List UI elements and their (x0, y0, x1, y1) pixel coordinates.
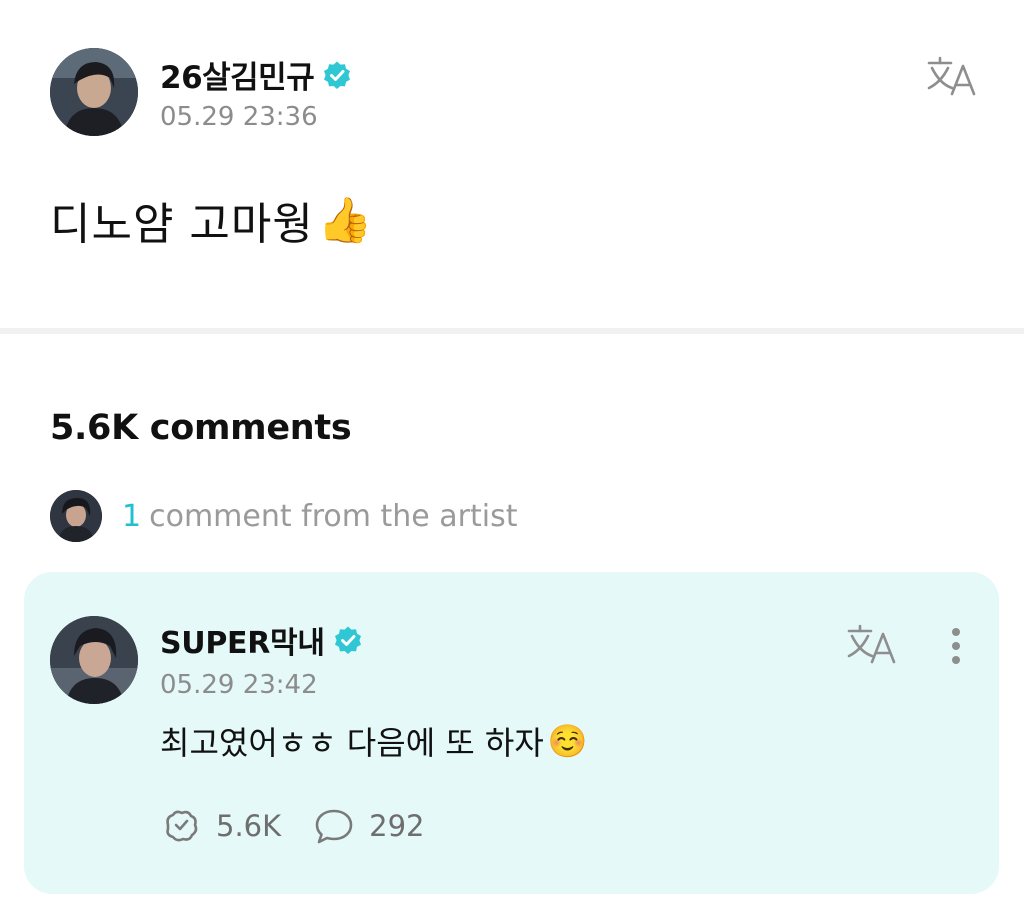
artist-comments-filter[interactable]: 1 comment from the artist (50, 490, 518, 542)
reply-button[interactable]: 292 (313, 805, 425, 847)
artist-comment-label: comment from the artist (149, 498, 518, 534)
comment-author-name[interactable]: SUPER막내 (160, 618, 325, 662)
comment-content: 최고였어ㅎㅎ 다음에 또 하자 ☺️ (160, 718, 588, 764)
comments-count: 5.6K comments (50, 408, 352, 448)
comment-text: 최고였어ㅎㅎ 다음에 또 하자 (160, 724, 544, 762)
comment-author-avatar[interactable] (50, 616, 138, 704)
post-author-name[interactable]: 26살김민규 (160, 52, 315, 97)
post-author-name-row: 26살김민규 (160, 52, 352, 97)
verified-badge-icon (333, 625, 363, 655)
thumbs-up-emoji: 👍 (317, 195, 374, 246)
section-divider (0, 328, 1024, 334)
artist-avatar (50, 490, 102, 542)
avatar-photo (50, 48, 138, 136)
comment-author-name-row: SUPER막내 (160, 618, 363, 662)
reply-count: 292 (369, 809, 425, 843)
smiling-emoji: ☺️ (547, 722, 588, 760)
comment-actions: 5.6K 292 (160, 804, 425, 848)
post-text: 디노얌 고마웡 (50, 199, 314, 250)
post-author-avatar[interactable] (50, 48, 138, 136)
post-detail-page: 26살김민규 05.29 23:36 디노얌 고마웡 👍 5.6K commen… (0, 0, 1024, 920)
artist-comment-count: 1 (122, 498, 142, 534)
post-timestamp: 05.29 23:36 (160, 102, 318, 132)
like-button[interactable]: 5.6K (160, 805, 281, 847)
comment-bubble-icon (315, 809, 353, 844)
post-content: 디노얌 고마웡 👍 (50, 188, 374, 252)
artist-comment-card: SUPER막내 05.29 23:42 최고였어ㅎㅎ 다음에 또 하자 ☺️ 5… (24, 572, 999, 894)
like-count: 5.6K (216, 809, 282, 843)
post-header: 26살김민규 05.29 23:36 (50, 48, 980, 140)
more-vertical-icon[interactable] (944, 626, 968, 670)
verified-badge-icon (322, 60, 352, 90)
like-icon (166, 810, 198, 842)
translate-icon[interactable] (846, 622, 900, 666)
translate-icon[interactable] (926, 54, 980, 98)
comment-timestamp: 05.29 23:42 (160, 670, 318, 700)
